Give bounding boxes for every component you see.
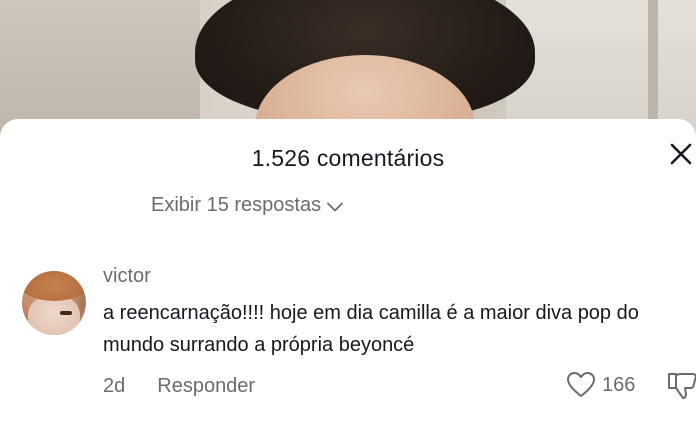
avatar-face [28, 295, 80, 335]
thumbs-down-icon [668, 373, 696, 399]
comments-count-title: 1.526 comentários [251, 145, 445, 171]
chevron-down-icon [327, 202, 343, 211]
heart-icon [567, 372, 595, 397]
comment-username[interactable]: victor [103, 265, 151, 288]
reply-button[interactable]: Responder [157, 375, 255, 398]
close-icon [670, 143, 692, 165]
comment-age: 2d [103, 375, 126, 397]
view-replies-button[interactable]: Exibir 15 respostas [151, 194, 343, 217]
like-count: 166 [602, 373, 636, 396]
view-replies-label: Exibir 15 respostas [151, 194, 322, 216]
avatar-hair [22, 271, 86, 301]
comments-sheet: 1.526 comentários Exibir 15 respostas vi… [0, 119, 696, 433]
dislike-button[interactable] [666, 371, 696, 401]
close-button[interactable] [668, 141, 694, 167]
comment-item: victor a reencarnação!!!! hoje em dia ca… [0, 259, 696, 433]
like-button[interactable]: 166 [566, 371, 635, 399]
comment-text: a reencarnação!!!! hoje em dia camilla é… [103, 302, 639, 356]
avatar-eye [60, 311, 72, 315]
comment-meta: 2d Responder [103, 375, 255, 398]
avatar[interactable] [22, 271, 86, 335]
